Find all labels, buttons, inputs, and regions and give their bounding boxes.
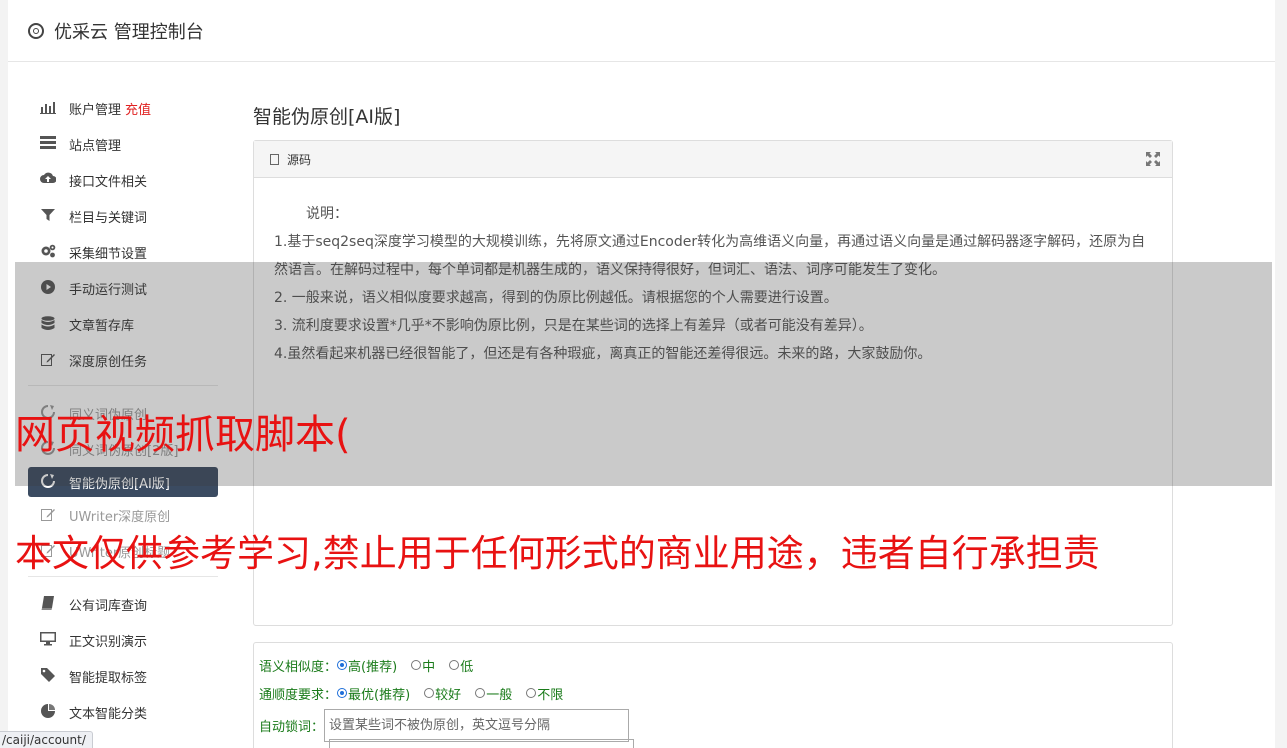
options-form: 语义相似度： 高(推荐) 中 低 通顺度要求： 最优(推荐) 较好 一般 不限 … — [253, 642, 1173, 748]
cogs-icon — [40, 244, 56, 260]
panel-title: 源码 — [287, 152, 312, 167]
sidebar-item-text-recognition[interactable]: 正文识别演示 — [28, 622, 218, 658]
edit-icon — [40, 507, 56, 523]
page-scrollbar[interactable] — [1275, 0, 1287, 748]
sidebar-item-label: UWriter深度原创 — [69, 509, 171, 525]
sidebar-item-label: 账户管理 — [69, 102, 122, 118]
server-icon — [40, 136, 56, 152]
book-icon — [40, 596, 56, 612]
sidebar-item-label: 正文识别演示 — [69, 634, 148, 650]
monitor-icon — [40, 632, 56, 648]
recharge-link[interactable]: 充值 — [125, 99, 151, 118]
sidebar-item-public-lexicon[interactable]: 公有词库查询 — [28, 586, 218, 622]
similarity-label: 语义相似度： — [259, 659, 338, 675]
status-url: /caiji/account/ — [0, 731, 93, 748]
file-code-icon — [270, 153, 279, 165]
sidebar-item-tag-extract[interactable]: 智能提取标签 — [28, 658, 218, 694]
lock-words-row: 自动锁词： — [259, 707, 1172, 743]
fluency-row: 通顺度要求： 最优(推荐) 较好 一般 不限 — [259, 679, 1172, 707]
intro-label: 说明： — [306, 206, 348, 222]
pie-chart-icon — [40, 704, 56, 720]
fluency-normal-radio[interactable]: 一般 — [475, 684, 512, 703]
similarity-low-radio[interactable]: 低 — [449, 656, 473, 675]
secondary-input[interactable] — [329, 739, 634, 748]
lock-words-input[interactable] — [324, 708, 630, 742]
sidebar-item-label: 栏目与关键词 — [69, 210, 148, 226]
sidebar-item-label: 采集细节设置 — [69, 246, 148, 262]
sidebar-item-interface-files[interactable]: 接口文件相关 — [28, 162, 218, 198]
sidebar-item-text-classify[interactable]: 文本智能分类 — [28, 694, 218, 730]
lock-words-label: 自动锁词： — [259, 719, 325, 735]
sidebar-item-label: 公有词库查询 — [69, 598, 148, 614]
fluency-best-radio[interactable]: 最优(推荐) — [337, 684, 410, 703]
sidebar-item-label: 文本智能分类 — [69, 706, 148, 722]
sidebar-item-label: 智能提取标签 — [69, 670, 148, 686]
similarity-high-radio[interactable]: 高(推荐) — [337, 656, 397, 675]
sidebar-item-sites[interactable]: 站点管理 — [28, 126, 218, 162]
similarity-medium-radio[interactable]: 中 — [411, 656, 435, 675]
tag-icon — [40, 668, 56, 684]
bar-chart-icon — [40, 100, 56, 116]
panel-header: 源码 — [254, 141, 1172, 178]
top-bar: 优采云 管理控制台 — [8, 0, 1275, 62]
sidebar-item-label: 接口文件相关 — [69, 174, 148, 190]
page-title: 智能伪原创[AI版] — [253, 106, 401, 128]
console-title: 优采云 管理控制台 — [54, 21, 204, 43]
watermark-line-1: 网页视频抓取脚本( — [15, 412, 351, 458]
sidebar-item-account[interactable]: 账户管理 充值 — [28, 90, 218, 126]
fluency-label: 通顺度要求： — [259, 687, 338, 703]
filter-icon — [40, 208, 56, 224]
gear-icon — [28, 22, 44, 39]
fluency-good-radio[interactable]: 较好 — [424, 684, 461, 703]
sidebar-item-columns-keywords[interactable]: 栏目与关键词 — [28, 198, 218, 234]
fluency-any-radio[interactable]: 不限 — [526, 684, 563, 703]
sidebar-item-label: 站点管理 — [69, 138, 122, 154]
cloud-upload-icon — [40, 172, 57, 188]
similarity-row: 语义相似度： 高(推荐) 中 低 — [259, 651, 1172, 679]
watermark-line-2: 本文仅供参考学习,禁止用于任何形式的商业用途，违者自行承担责 — [15, 532, 1100, 575]
fullscreen-icon[interactable] — [1146, 152, 1160, 166]
